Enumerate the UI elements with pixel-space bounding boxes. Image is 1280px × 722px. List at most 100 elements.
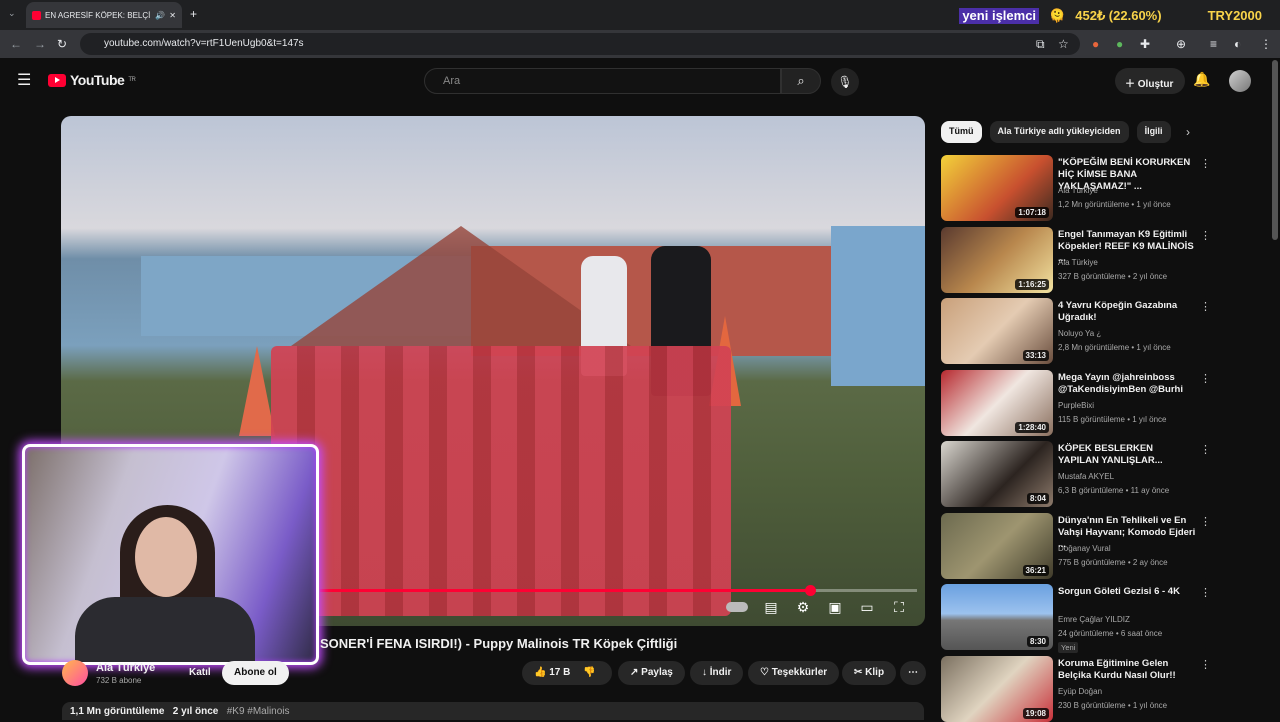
extension-shield-icon[interactable]: ● <box>1116 37 1123 51</box>
recommendation-channel[interactable]: Eyüp Doğan <box>1058 687 1102 696</box>
more-vertical-icon[interactable]: ⋮ <box>1200 443 1211 456</box>
recommendation-channel[interactable]: Doğanay Vural <box>1058 544 1111 553</box>
install-icon[interactable]: ⧉ <box>1036 37 1045 52</box>
more-vertical-icon[interactable]: ⋮ <box>1200 658 1211 671</box>
theater-mode-icon[interactable]: ▭ <box>858 599 876 616</box>
clip-button[interactable]: ✂ Klip <box>842 661 897 685</box>
like-button[interactable]: 👍 17 B 👎 <box>522 661 612 685</box>
video-thumbnail[interactable]: 8:30 <box>941 584 1053 650</box>
video-scene-ramp <box>291 226 631 346</box>
tab-close-icon[interactable]: ✕ <box>169 11 176 20</box>
reload-icon[interactable]: ↻ <box>57 37 67 51</box>
search-button[interactable]: ⌕ <box>781 68 821 94</box>
recommendation-item[interactable]: 1:07:18 "KÖPEĞİM BENİ KORURKEN HİÇ KİMSE … <box>941 155 1261 221</box>
download-button[interactable]: ↓ İndir <box>690 661 744 685</box>
hamburger-menu-icon[interactable]: ☰ <box>17 70 31 90</box>
settings-gear-icon[interactable]: ⚙ <box>794 599 812 616</box>
recommendation-item[interactable]: 8:30 Sorgun Göleti Gezisi 6 - 4K Emre Çağl… <box>941 584 1261 653</box>
browser-tab-bar: ⌄ EN AGRESİF KÖPEK: BELÇİKA 🔊 ✕ + yeni i… <box>0 0 1280 30</box>
recommendation-item[interactable]: 19:08 Koruma Eğitimine Gelen Belçika Kurd… <box>941 655 1261 722</box>
subscribe-button[interactable]: Abone ol <box>222 661 289 685</box>
browser-tab[interactable]: EN AGRESİF KÖPEK: BELÇİKA 🔊 ✕ <box>26 2 182 28</box>
video-description-box[interactable]: 1,1 Mn görüntüleme 2 yıl önce #K9 #Malin… <box>62 702 924 720</box>
cast-icon[interactable]: ⊕ <box>1176 37 1186 51</box>
more-vertical-icon[interactable]: ⋮ <box>1200 586 1211 599</box>
join-button[interactable]: Katıl <box>177 661 223 685</box>
video-scene-cone <box>239 346 275 436</box>
recommendation-channel[interactable]: PurpleBixi <box>1058 401 1094 410</box>
voice-search-button[interactable]: 🎙 <box>831 68 859 96</box>
more-vertical-icon[interactable]: ⋮ <box>1200 515 1211 528</box>
video-thumbnail[interactable]: 19:08 <box>941 655 1053 722</box>
hashtags[interactable]: #K9 #Malinois <box>227 706 290 717</box>
miniplayer-icon[interactable]: ▣ <box>826 599 844 616</box>
youtube-logo[interactable]: YouTube TR <box>48 72 136 88</box>
subscriber-count: 732 B abone <box>96 676 142 685</box>
recommendation-channel[interactable]: Ala Türkiye <box>1058 258 1098 267</box>
page-scrollbar[interactable] <box>1272 60 1278 240</box>
extension-icon[interactable]: ● <box>1092 37 1099 51</box>
recommendation-channel[interactable]: Noluyo Ya ¿ <box>1058 329 1101 338</box>
search-input[interactable]: Ara <box>424 68 781 94</box>
recommendation-title[interactable]: Mega Yayın @jahreinboss @TaKendisiyimBen… <box>1058 372 1196 396</box>
recommendation-title[interactable]: KÖPEK BESLERKEN YAPILAN YANLIŞLAR... <box>1058 443 1196 467</box>
forward-icon[interactable]: → <box>34 37 46 51</box>
recommendation-item[interactable]: 8:04 KÖPEK BESLERKEN YAPILAN YANLIŞLAR...… <box>941 441 1261 507</box>
reading-list-icon[interactable]: ≡ <box>1210 37 1217 51</box>
chip-from-uploader[interactable]: Ala Türkiye adlı yükleyiciden <box>989 121 1129 143</box>
extensions-puzzle-icon[interactable]: ✚ <box>1140 37 1150 51</box>
account-avatar[interactable] <box>1229 70 1251 92</box>
autoplay-toggle[interactable] <box>726 602 748 612</box>
more-actions-button[interactable]: ⋯ <box>900 661 926 685</box>
recommendation-title[interactable]: 4 Yavru Köpeğin Gazabına Uğradık! <box>1058 300 1196 324</box>
recommendation-channel[interactable]: Mustafa AKYEL <box>1058 472 1114 481</box>
recommendation-title[interactable]: Koruma Eğitimine Gelen Belçika Kurdu Nas… <box>1058 658 1196 682</box>
thanks-button[interactable]: ♡ Teşekkürler <box>748 661 840 685</box>
more-vertical-icon[interactable]: ⋮ <box>1200 372 1211 385</box>
profile-icon[interactable]: ◐ <box>1234 37 1241 51</box>
browser-menu-icon[interactable]: ⋮ <box>1260 37 1272 51</box>
more-vertical-icon[interactable]: ⋮ <box>1200 157 1211 170</box>
download-label: İndir <box>709 667 732 678</box>
back-icon[interactable]: ← <box>10 37 22 51</box>
create-button[interactable]: ＋ Oluştur <box>1115 68 1185 94</box>
share-button[interactable]: ↗ Paylaş <box>618 661 685 685</box>
url-field[interactable]: youtube.com/watch?v=rtF1UenUgb0&t=147s <box>80 33 1080 55</box>
bookmark-star-icon[interactable]: ☆ <box>1058 37 1069 51</box>
channel-avatar[interactable] <box>62 660 88 686</box>
notifications-bell-icon[interactable]: 🔔 <box>1193 71 1210 88</box>
subtitles-icon[interactable]: ▤ <box>762 599 780 616</box>
new-tab-button[interactable]: + <box>190 7 197 21</box>
chip-related[interactable]: İlgili <box>1136 121 1171 143</box>
video-duration: 1:16:25 <box>1015 278 1049 290</box>
video-scrubber-handle[interactable] <box>804 585 816 596</box>
recommendation-title[interactable]: Sorgun Göleti Gezisi 6 - 4K <box>1058 586 1196 598</box>
thumbs-down-icon[interactable]: 👎 <box>583 667 595 678</box>
video-thumbnail[interactable]: 33:13 <box>941 298 1053 364</box>
create-label: Oluştur <box>1137 79 1174 90</box>
recommendation-item[interactable]: 36:21 Dünya'nın En Tehlikeli ve En Vahşi … <box>941 512 1261 579</box>
chip-all[interactable]: Tümü <box>941 121 982 143</box>
plus-icon: ＋ <box>1125 79 1135 90</box>
recommendation-item[interactable]: 1:16:25 Engel Tanımayan K9 Eğitimli Köpek… <box>941 226 1261 293</box>
tab-search-icon[interactable]: ⌄ <box>8 8 16 19</box>
recommendation-meta: 1,2 Mn görüntüleme • 1 yıl önce <box>1058 200 1171 209</box>
video-thumbnail[interactable]: 1:07:18 <box>941 155 1053 221</box>
video-thumbnail[interactable]: 8:04 <box>941 441 1053 507</box>
new-badge: Yeni <box>1058 642 1079 653</box>
chevron-right-icon[interactable]: › <box>1186 125 1190 139</box>
search-placeholder: Ara <box>443 75 461 87</box>
video-progress-bar[interactable] <box>320 585 917 596</box>
more-vertical-icon[interactable]: ⋮ <box>1200 229 1211 242</box>
recommendation-channel[interactable]: Ala Türkiye <box>1058 186 1098 195</box>
recommendation-item[interactable]: 33:13 4 Yavru Köpeğin Gazabına Uğradık! No… <box>941 298 1261 364</box>
audio-icon[interactable]: 🔊 <box>155 11 165 20</box>
video-thumbnail[interactable]: 36:21 <box>941 512 1053 579</box>
video-thumbnail[interactable]: 1:28:40 <box>941 369 1053 436</box>
more-vertical-icon[interactable]: ⋮ <box>1200 300 1211 313</box>
recommendation-item[interactable]: 1:28:40 Mega Yayın @jahreinboss @TaKendis… <box>941 369 1261 436</box>
fullscreen-icon[interactable]: ⛶ <box>890 599 908 616</box>
channel-name[interactable]: Ala Türkiye <box>96 662 155 674</box>
recommendation-channel[interactable]: Emre Çağlar YILDIZ <box>1058 615 1130 624</box>
video-thumbnail[interactable]: 1:16:25 <box>941 226 1053 293</box>
